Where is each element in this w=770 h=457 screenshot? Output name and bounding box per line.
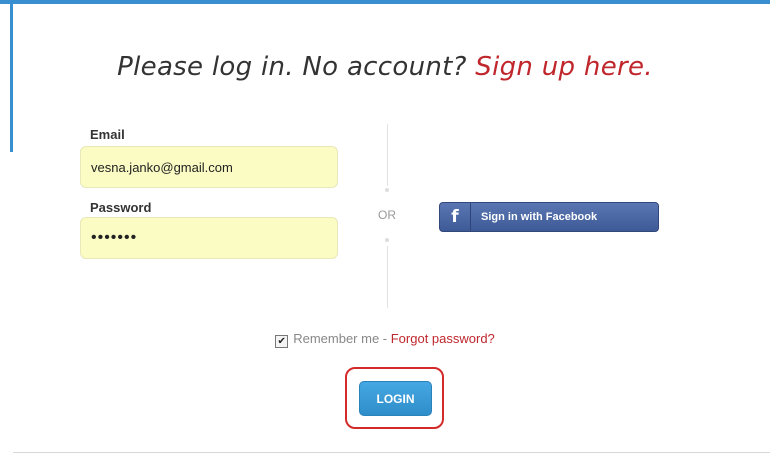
vertical-divider-bottom [387, 246, 388, 308]
facebook-signin-button[interactable]: f Sign in with Facebook [439, 202, 659, 232]
or-separator: OR [378, 208, 396, 222]
remember-checkbox[interactable]: ✔ [275, 335, 289, 348]
divider-dot-bottom [385, 238, 389, 242]
vertical-divider-top [387, 124, 388, 186]
remember-row: ✔ Remember me - Forgot password? [0, 331, 770, 348]
remember-separator: - [379, 331, 391, 346]
divider-dot-top [385, 188, 389, 192]
window-top-border [0, 0, 770, 4]
remember-label: Remember me [293, 331, 380, 346]
forgot-password-link[interactable]: Forgot password? [391, 331, 495, 346]
password-input[interactable] [80, 217, 338, 259]
login-button[interactable]: LOGIN [359, 381, 432, 416]
heading-text: Please log in. No account? [117, 52, 476, 82]
page-heading: Please log in. No account? Sign up here. [0, 52, 770, 82]
facebook-icon: f [440, 203, 471, 231]
email-input[interactable] [80, 146, 338, 188]
email-label: Email [90, 127, 125, 142]
password-label: Password [90, 200, 152, 215]
signup-link[interactable]: Sign up here. [475, 52, 653, 82]
page-bottom-border [13, 452, 770, 453]
facebook-signin-label: Sign in with Facebook [481, 211, 598, 223]
